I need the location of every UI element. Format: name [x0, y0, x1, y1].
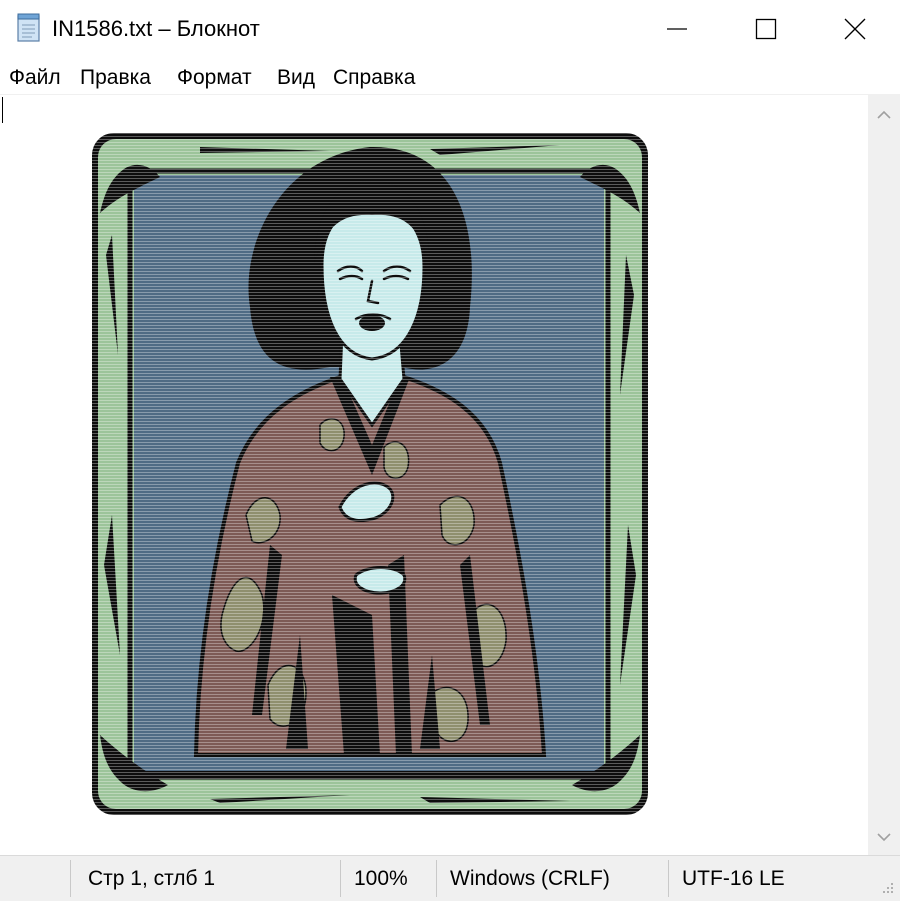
close-button[interactable] — [810, 0, 900, 58]
lower-hand — [353, 566, 407, 595]
menu-view[interactable]: Вид — [276, 64, 316, 92]
title-bar[interactable]: IN1586.txt – Блокнот — [0, 0, 900, 58]
resize-grip-icon[interactable] — [876, 876, 896, 896]
status-divider — [340, 860, 341, 897]
status-zoom: 100% — [354, 867, 408, 890]
ascii-art-portrait — [92, 133, 648, 815]
minimize-icon — [667, 28, 687, 30]
menu-format[interactable]: Формат — [176, 64, 253, 92]
status-line-endings: Windows (CRLF) — [450, 867, 610, 890]
status-divider — [668, 860, 669, 897]
menu-bar: Файл Правка Формат Вид Справка — [0, 60, 900, 95]
close-icon — [844, 18, 866, 40]
status-divider — [70, 860, 71, 897]
status-cursor-position: Стр 1, стлб 1 — [88, 867, 216, 890]
status-divider — [436, 860, 437, 897]
menu-file[interactable]: Файл — [8, 64, 62, 92]
maximize-icon — [755, 18, 777, 40]
menu-edit[interactable]: Правка — [79, 64, 152, 92]
text-caret — [2, 97, 3, 123]
text-editor[interactable] — [0, 95, 868, 855]
scroll-down-icon[interactable] — [874, 827, 894, 847]
notepad-icon — [17, 13, 40, 42]
vertical-scrollbar[interactable] — [868, 95, 900, 855]
maximize-button[interactable] — [721, 0, 811, 58]
window-title: IN1586.txt – Блокнот — [52, 16, 260, 41]
scroll-up-icon[interactable] — [874, 105, 894, 125]
minimize-button[interactable] — [632, 0, 722, 58]
status-encoding: UTF-16 LE — [682, 867, 785, 890]
menu-help[interactable]: Справка — [332, 64, 416, 92]
status-bar: Стр 1, стлб 1 100% Windows (CRLF) UTF-16… — [0, 855, 900, 901]
